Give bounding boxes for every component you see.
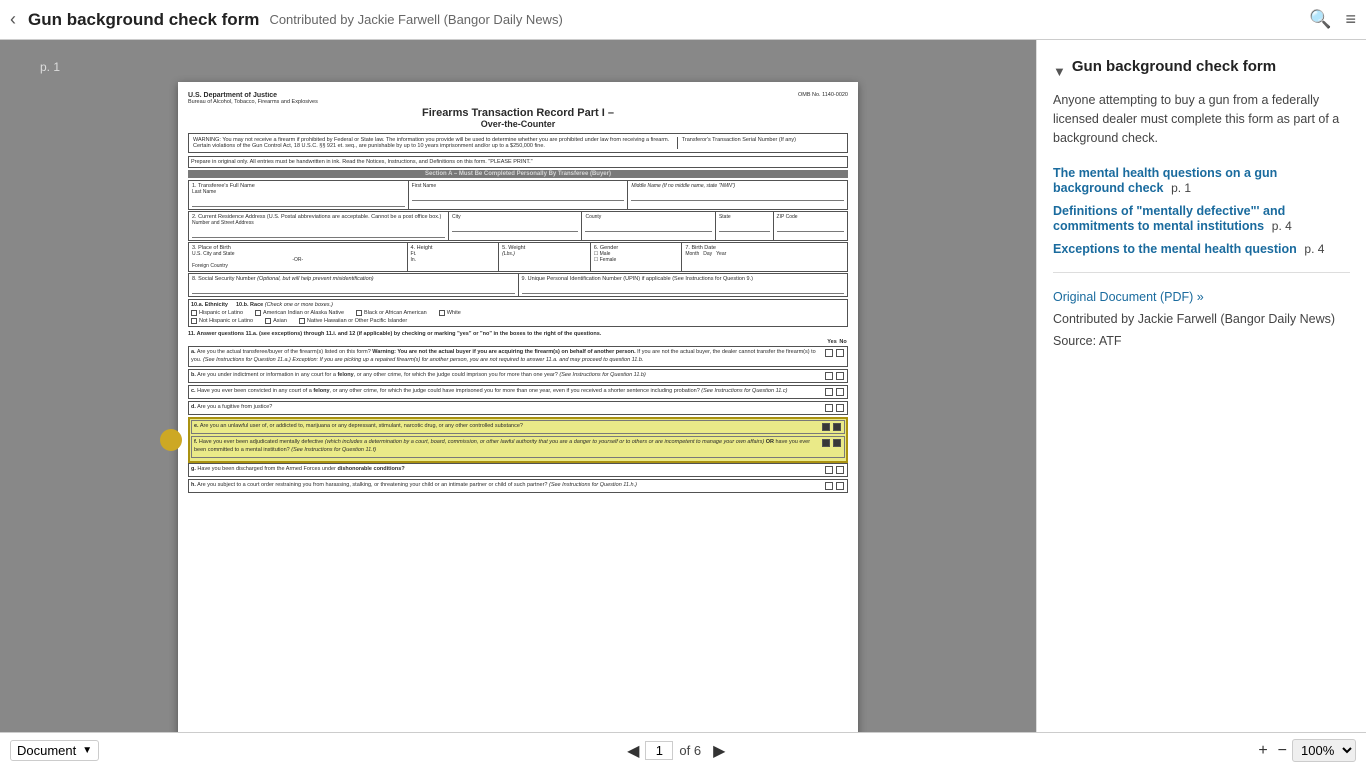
form-subtitle: Over-the-Counter [188, 119, 848, 129]
sidebar-title: Gun background check form [1072, 58, 1276, 75]
bureau-name: Bureau of Alcohol, Tobacco, Firearms and… [188, 99, 318, 105]
main-content: p. 1 U.S. Department of Justice Bureau o… [0, 40, 1366, 732]
height-cell: 4. Height Ft. In. [408, 243, 500, 271]
document-viewer[interactable]: p. 1 U.S. Department of Justice Bureau o… [0, 40, 1036, 732]
state-cell: State [716, 212, 774, 240]
warning-box: WARNING: You may not receive a firearm i… [188, 133, 848, 153]
question-h-text: h. Are you subject to a court order rest… [191, 482, 823, 490]
link-mental-health[interactable]: The mental health questions on a gun bac… [1053, 166, 1277, 195]
omg-number: OMB No. 1140-0020 [798, 92, 848, 98]
sidebar: ▼ Gun background check form Anyone attem… [1036, 40, 1366, 732]
doc-type-selector[interactable]: Document ▼ [10, 740, 99, 761]
question-a-row: a. Are you the actual transferee/buyer o… [188, 346, 848, 367]
sidebar-link-1[interactable]: The mental health questions on a gun bac… [1053, 165, 1350, 195]
doc-content: U.S. Department of Justice Bureau of Alc… [178, 82, 858, 732]
question-f-text: f. Have you ever been adjudicated mental… [194, 439, 820, 454]
prev-page-button[interactable]: ◀ [621, 741, 645, 761]
middle-name-cell: Middle Name (If no middle name, state "N… [628, 181, 847, 209]
total-pages-label: of 6 [679, 743, 701, 758]
question-c-row: c. Have you ever been convicted in any c… [188, 385, 848, 399]
doc-type-arrow: ▼ [82, 745, 92, 756]
zip-cell: ZIP Code [774, 212, 847, 240]
form-title: Firearms Transaction Record Part I – [188, 107, 848, 119]
zoom-in-button[interactable]: + [1253, 742, 1272, 760]
link-exceptions[interactable]: Exceptions to the mental health question [1053, 242, 1297, 256]
ethnicity-section: 10.a. Ethnicity 10.b. Race (Check one or… [188, 299, 848, 327]
city-cell: City [449, 212, 582, 240]
link-mentally-defective[interactable]: Definitions of "mentally defective"' and… [1053, 204, 1285, 233]
birthdate-cell: 7. Birth Date MonthDayYear [682, 243, 847, 271]
question-b-row: b. Are you under indictment or informati… [188, 369, 848, 383]
weight-cell: 5. Weight (Lbs.) [499, 243, 591, 271]
sidebar-link-2[interactable]: Definitions of "mentally defective"' and… [1053, 203, 1350, 233]
sidebar-link-3[interactable]: Exceptions to the mental health question… [1053, 241, 1350, 256]
question-h-row: h. Are you subject to a court order rest… [188, 479, 848, 493]
birth-details-row: 3. Place of Birth U.S. City and State -O… [188, 242, 848, 272]
source: Source: ATF [1053, 334, 1350, 348]
county-cell: County [582, 212, 715, 240]
highlight-indicator [160, 429, 182, 451]
ethnicity-row: Hispanic or Latino American Indian or Al… [191, 310, 845, 316]
question-c-text: c. Have you ever been convicted in any c… [191, 388, 823, 396]
ssn-row: 8. Social Security Number (Optional, but… [188, 273, 848, 297]
document-page: U.S. Department of Justice Bureau of Alc… [178, 82, 858, 732]
first-name-cell: First Name [409, 181, 629, 209]
page-label: p. 1 [40, 60, 60, 74]
topbar: ‹ Gun background check form Contributed … [0, 0, 1366, 40]
link-2-page: p. 4 [1272, 219, 1292, 233]
name-row: 1. Transferee's Full Name Last Name Firs… [188, 180, 848, 210]
questions-section: 11. Answer questions 11.a. (see exceptio… [188, 331, 848, 493]
last-name-cell: 1. Transferee's Full Name Last Name [189, 181, 409, 209]
contributed-by: Contributed by Jackie Farwell (Bangor Da… [1053, 312, 1350, 326]
ethnicity-header: 10.a. Ethnicity 10.b. Race (Check one or… [191, 302, 845, 308]
upin-cell: 9. Unique Personal Identification Number… [519, 274, 848, 296]
highlighted-questions: e. Are you an unlawful user of, or addic… [188, 417, 848, 462]
question-g-row: g. Have you been discharged from the Arm… [188, 463, 848, 477]
question-d-text: d. Are you a fugitive from justice? [191, 404, 823, 412]
address-row: 2. Current Residence Address (U.S. Posta… [188, 211, 848, 241]
question-b-text: b. Are you under indictment or informati… [191, 372, 823, 380]
question-f-row: f. Have you ever been adjudicated mental… [191, 436, 845, 457]
question-a-text: a. Are you the actual transferee/buyer o… [191, 349, 823, 364]
document-subtitle: Contributed by Jackie Farwell (Bangor Da… [269, 12, 562, 27]
agency-name: U.S. Department of Justice [188, 92, 318, 99]
zoom-out-button[interactable]: − [1273, 742, 1292, 760]
question-e-row: e. Are you an unlawful user of, or addic… [191, 420, 845, 434]
question-g-text: g. Have you been discharged from the Arm… [191, 466, 823, 474]
serial-number-box: Transferor's Transaction Serial Number (… [677, 137, 843, 149]
doc-type-label: Document [17, 743, 76, 758]
gender-cell: 6. Gender ☐ Male ☐ Female [591, 243, 683, 271]
question-e-text: e. Are you an unlawful user of, or addic… [194, 423, 820, 431]
link-3-page: p. 4 [1304, 242, 1324, 256]
menu-icon[interactable]: ≡ [1345, 9, 1356, 30]
next-page-button[interactable]: ▶ [707, 741, 731, 761]
search-icon[interactable]: 🔍 [1309, 9, 1331, 30]
section-a-header: Section A – Must Be Completed Personally… [188, 170, 848, 178]
document-title: Gun background check form [28, 10, 259, 30]
address-cell: 2. Current Residence Address (U.S. Posta… [189, 212, 449, 240]
zoom-level-select[interactable]: 100% 75% 125% 150% [1292, 739, 1356, 762]
ssn-cell: 8. Social Security Number (Optional, but… [189, 274, 519, 296]
sidebar-description: Anyone attempting to buy a gun from a fe… [1053, 91, 1350, 147]
warning-text: WARNING: You may not receive a firearm i… [193, 137, 677, 149]
bottombar: Document ▼ ◀ of 6 ▶ + − 100% 75% 125% 15… [0, 732, 1366, 768]
ethnicity-row-2: Not Hispanic or Latino Asian Native Hawa… [191, 318, 845, 324]
link-1-page: p. 1 [1171, 181, 1191, 195]
question-d-row: d. Are you a fugitive from justice? [188, 401, 848, 415]
prepare-note: Prepare in original only. All entries mu… [188, 156, 848, 168]
back-button[interactable]: ‹ [10, 9, 16, 30]
birth-place-cell: 3. Place of Birth U.S. City and State -O… [189, 243, 408, 271]
original-doc-link[interactable]: Original Document (PDF) » [1053, 290, 1204, 304]
q11-header: 11. Answer questions 11.a. (see exceptio… [188, 331, 848, 337]
page-number-input[interactable] [645, 741, 673, 760]
